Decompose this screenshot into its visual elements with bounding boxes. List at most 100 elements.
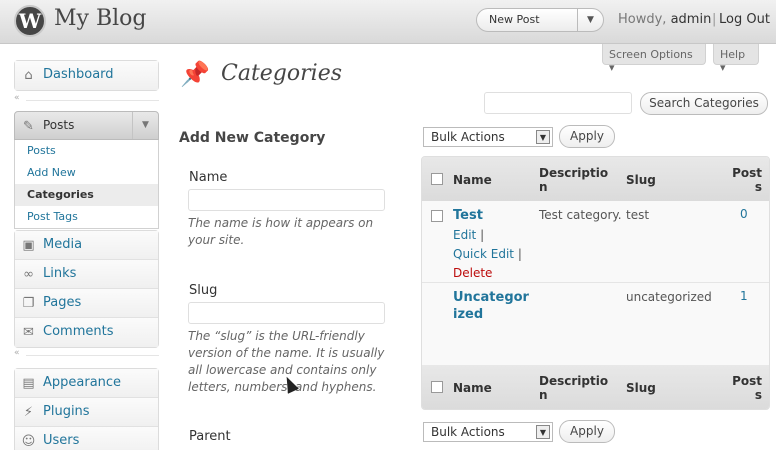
- sidebar-item-label: Plugins: [43, 404, 90, 419]
- search-categories-button[interactable]: Search Categories: [640, 92, 768, 115]
- sidebar-item-comments[interactable]: ✉ Comments: [15, 318, 158, 347]
- bulk-actions-value: Bulk Actions: [431, 425, 505, 439]
- parent-label: Parent: [189, 429, 231, 444]
- row-action-line: Edit |: [453, 226, 484, 244]
- divider: |: [517, 247, 522, 261]
- sidebar-item-media[interactable]: ▣ Media: [15, 231, 158, 260]
- media-icon: ▣: [22, 238, 35, 253]
- bulk-actions-select[interactable]: Bulk Actions ▼: [423, 127, 553, 147]
- edit-link[interactable]: Edit: [453, 228, 476, 242]
- slug-label: Slug: [189, 283, 218, 298]
- new-post-button[interactable]: New Post ▼: [476, 8, 604, 32]
- chevron-down-icon[interactable]: ▼: [577, 9, 603, 31]
- category-slug: uncategorized: [626, 290, 712, 304]
- sidebar-item-label: Appearance: [43, 375, 122, 390]
- divider: [26, 100, 159, 101]
- sidebar-item-users[interactable]: ☺ Users: [15, 427, 158, 450]
- submenu-item-add-new[interactable]: Add New: [15, 162, 158, 184]
- column-slug[interactable]: Slug: [626, 173, 656, 187]
- category-name-link[interactable]: Uncategorized: [453, 289, 533, 323]
- column-description: Description: [539, 166, 609, 194]
- column-name[interactable]: Name: [453, 381, 492, 395]
- help-tab[interactable]: Help ▾: [713, 44, 759, 74]
- quick-edit-link[interactable]: Quick Edit: [453, 247, 514, 261]
- category-description: Test category.: [539, 208, 622, 222]
- new-post-label: New Post: [489, 13, 540, 26]
- screen-options-label: Screen Options: [609, 48, 693, 61]
- wordpress-logo-icon: W: [14, 5, 46, 37]
- chevron-down-icon: ▼: [536, 130, 550, 144]
- divider: |: [712, 12, 717, 27]
- row-checkbox[interactable]: [431, 210, 443, 222]
- logout-link[interactable]: Log Out: [719, 12, 770, 27]
- divider: |: [480, 228, 485, 242]
- collapse-arrow-icon: «: [14, 93, 20, 103]
- post-count-link[interactable]: 1: [740, 289, 748, 303]
- sidebar-item-label: Links: [43, 266, 77, 281]
- chevron-down-icon[interactable]: ▼: [132, 112, 158, 139]
- column-slug[interactable]: Slug: [626, 381, 656, 395]
- sidebar-item-label: Comments: [43, 324, 114, 339]
- category-name-link[interactable]: Test: [453, 207, 483, 224]
- posts-submenu: Posts Add New Categories Post Tags: [14, 140, 159, 229]
- pushpin-icon: ✎: [23, 119, 34, 134]
- table-row: Test Edit | Quick Edit | Delete Test cat…: [422, 201, 769, 283]
- column-description: Description: [539, 374, 609, 402]
- table-row: Uncategorized uncategorized 1: [422, 283, 769, 333]
- sidebar-item-pages[interactable]: ❐ Pages: [15, 289, 158, 318]
- submenu-item-post-tags[interactable]: Post Tags: [15, 206, 158, 228]
- column-posts[interactable]: Posts: [726, 166, 762, 194]
- submenu-item-posts[interactable]: Posts: [15, 140, 158, 162]
- sidebar-item-posts[interactable]: ✎ Posts ▼: [14, 111, 159, 140]
- content-menu: ▣ Media ∞ Links ❐ Pages ✉ Comments: [14, 230, 159, 348]
- plugin-icon: ⚡: [23, 405, 34, 420]
- pages-icon: ❐: [22, 296, 35, 311]
- name-field[interactable]: [188, 189, 385, 211]
- users-icon: ☺: [21, 434, 36, 449]
- menu-separator[interactable]: «: [14, 348, 159, 360]
- sidebar-item-label: Pages: [43, 295, 82, 310]
- dashboard-menu: ⌂ Dashboard: [14, 60, 159, 91]
- appearance-icon: ▤: [22, 376, 35, 391]
- site-title[interactable]: My Blog: [54, 6, 146, 31]
- home-icon: ⌂: [24, 68, 33, 83]
- table-header: Name Description Slug Posts: [422, 157, 769, 201]
- post-count-link[interactable]: 0: [740, 207, 748, 221]
- sidebar-item-label: Posts: [43, 118, 75, 132]
- bulk-actions-select-bottom[interactable]: Bulk Actions ▼: [423, 422, 553, 442]
- delete-link[interactable]: Delete: [453, 264, 492, 282]
- chevron-down-icon: ▼: [536, 425, 550, 439]
- submenu-item-categories[interactable]: Categories: [15, 184, 158, 206]
- column-posts[interactable]: Posts: [726, 374, 762, 402]
- column-name[interactable]: Name: [453, 173, 492, 187]
- sidebar-item-dashboard[interactable]: ⌂ Dashboard: [15, 61, 158, 90]
- add-new-category-heading: Add New Category: [179, 130, 326, 146]
- sidebar-item-label: Media: [43, 237, 83, 252]
- row-action-line: Quick Edit |: [453, 245, 522, 263]
- screen-options-tab[interactable]: Screen Options ▾: [602, 44, 706, 74]
- search-input[interactable]: [484, 92, 632, 114]
- sidebar-item-appearance[interactable]: ▤ Appearance: [15, 369, 158, 398]
- table-footer: Name Description Slug Posts: [422, 365, 769, 409]
- page-title: Categories: [221, 61, 342, 86]
- sidebar-item-label: Dashboard: [43, 67, 114, 82]
- select-all-checkbox[interactable]: [431, 173, 443, 185]
- howdy-text: Howdy, admin: [618, 12, 711, 27]
- sidebar-item-plugins[interactable]: ⚡ Plugins: [15, 398, 158, 427]
- pushpin-icon: 📌: [180, 60, 210, 88]
- name-label: Name: [189, 170, 228, 185]
- link-icon: ∞: [23, 267, 34, 282]
- apply-button-bottom[interactable]: Apply: [559, 420, 615, 443]
- sidebar-item-label: Users: [43, 433, 80, 448]
- help-label: Help: [720, 48, 746, 61]
- collapse-arrow-icon: «: [14, 348, 20, 358]
- menu-separator[interactable]: «: [14, 93, 159, 105]
- apply-button[interactable]: Apply: [559, 125, 615, 148]
- select-all-checkbox[interactable]: [431, 381, 443, 393]
- sidebar-item-links[interactable]: ∞ Links: [15, 260, 158, 289]
- slug-field[interactable]: [188, 302, 385, 324]
- settings-menu: ▤ Appearance ⚡ Plugins ☺ Users: [14, 368, 159, 450]
- howdy-prefix: Howdy,: [618, 12, 667, 27]
- username-link[interactable]: admin: [671, 12, 712, 27]
- admin-header: W My Blog New Post ▼ Howdy, admin | Log …: [0, 0, 776, 44]
